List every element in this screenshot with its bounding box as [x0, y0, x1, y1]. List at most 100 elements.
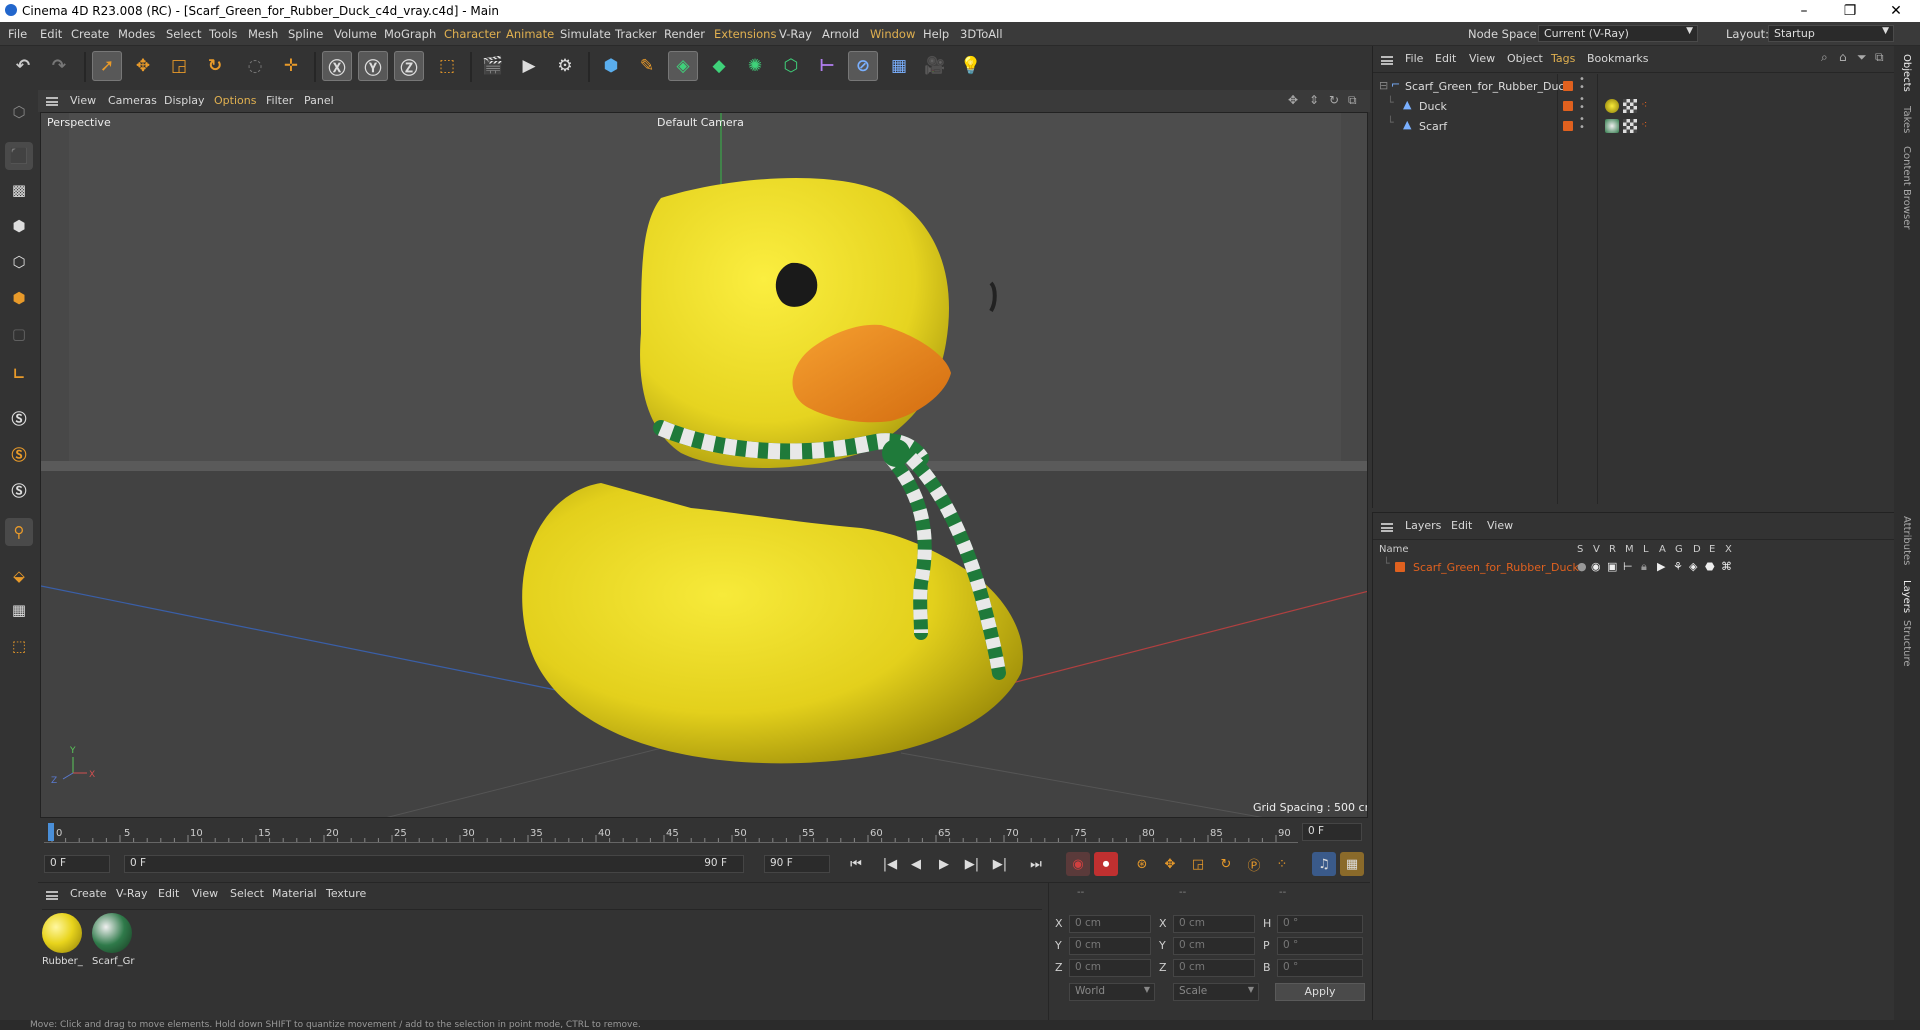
layer-color-swatch[interactable] — [1563, 101, 1573, 111]
next-frame-icon[interactable]: ▶| — [960, 852, 984, 876]
solo-icon[interactable]: ● — [1577, 560, 1587, 573]
frame-range-slider[interactable]: 0 F 90 F — [124, 855, 744, 873]
scarf-material-tag-icon[interactable] — [1605, 119, 1619, 133]
hamburger-icon[interactable] — [1381, 56, 1393, 65]
cube-object-icon[interactable]: ⬢ — [596, 51, 626, 81]
viewport-menu-display[interactable]: Display — [164, 94, 205, 107]
scale-x-field[interactable]: 0 cm — [1173, 915, 1255, 933]
rot-h-field[interactable]: 0 ° — [1277, 915, 1363, 933]
coord-mode-select[interactable]: Scale ▼ — [1173, 983, 1259, 1001]
menu-spline[interactable]: Spline — [288, 27, 323, 41]
menu-window[interactable]: Window — [870, 27, 915, 41]
menu-vray[interactable]: V-Ray — [779, 27, 812, 41]
mat-menu-edit[interactable]: Edit — [158, 887, 179, 900]
hamburger-icon[interactable] — [1381, 523, 1393, 532]
menu-simulate[interactable]: Simulate — [560, 27, 611, 41]
locked-workplane-icon[interactable]: ▦ — [5, 596, 33, 624]
play-icon[interactable]: ▶ — [932, 852, 956, 876]
menu-extensions[interactable]: Extensions — [714, 27, 776, 41]
layer-menu-edit[interactable]: Edit — [1451, 519, 1472, 532]
material-swatch[interactable]: Rubber_ — [42, 913, 86, 979]
pos-y-field[interactable]: 0 cm — [1069, 937, 1151, 955]
light-icon[interactable]: 💡 — [956, 51, 986, 81]
mat-menu-select[interactable]: Select — [230, 887, 264, 900]
menu-file[interactable]: File — [8, 27, 27, 41]
transform-tool-icon[interactable]: ✛ — [276, 51, 306, 81]
rotate-tool-icon[interactable]: ↻ — [200, 51, 230, 81]
vray-tag-icon[interactable]: ⁖ — [1641, 98, 1647, 111]
minimize-icon[interactable]: – — [1784, 1, 1824, 21]
start-frame-field[interactable]: 0 F — [44, 855, 110, 873]
rot-p-field[interactable]: 0 ° — [1277, 937, 1363, 955]
move-tool-icon[interactable]: ✥ — [128, 51, 158, 81]
viewport-zoom-icon[interactable]: ⇕ — [1309, 93, 1319, 107]
lock-icon[interactable]: 🔒︎ — [1641, 560, 1647, 574]
layer-menu-layers[interactable]: Layers — [1405, 519, 1441, 532]
menu-render[interactable]: Render — [664, 27, 705, 41]
uvw-tag-icon[interactable] — [1623, 99, 1637, 113]
mat-menu-vray[interactable]: V-Ray — [116, 887, 148, 900]
deformer-icon[interactable]: ◈ — [1689, 560, 1697, 573]
go-to-start-icon[interactable]: ⏮ — [844, 852, 868, 876]
viewport-camera-label[interactable]: Default Camera — [657, 116, 744, 129]
menu-volume[interactable]: Volume — [334, 27, 377, 41]
key-scale-icon[interactable]: ◲ — [1186, 852, 1210, 876]
live-selection-icon[interactable]: ◌ — [240, 51, 270, 81]
mat-menu-material[interactable]: Material — [272, 887, 317, 900]
perspective-viewport[interactable]: Y X Z Perspective Default Camera Grid Sp… — [40, 112, 1368, 818]
render-icon[interactable]: ▣ — [1607, 560, 1617, 573]
polygons-mode-icon[interactable]: ⬢ — [5, 284, 33, 312]
rubber-material-tag-icon[interactable] — [1605, 99, 1619, 113]
tab-attributes[interactable]: Attributes — [1901, 516, 1912, 565]
rot-b-field[interactable]: 0 ° — [1277, 959, 1363, 977]
menu-tracker[interactable]: Tracker — [615, 27, 657, 41]
visibility-dots[interactable]: • • — [1579, 115, 1585, 133]
tab-takes[interactable]: Takes — [1901, 106, 1912, 133]
menu-character[interactable]: Character — [444, 27, 501, 41]
workplane-snap-icon[interactable]: Ⓢ — [5, 476, 33, 504]
texture-mode-icon[interactable]: ▩ — [5, 176, 33, 204]
snap-settings-icon[interactable]: Ⓢ — [5, 440, 33, 468]
eye-icon[interactable]: ◉ — [1591, 560, 1601, 573]
visibility-dots[interactable]: • • — [1579, 95, 1585, 113]
material-swatch[interactable]: Scarf_Gr — [92, 913, 136, 979]
viewport-menu-view[interactable]: View — [70, 94, 96, 107]
menu-3dtoall[interactable]: 3DToAll — [960, 27, 1003, 41]
deformer-icon[interactable]: ⬡ — [776, 51, 806, 81]
layout-select[interactable]: Startup ▼ — [1768, 25, 1894, 42]
layer-menu-view[interactable]: View — [1487, 519, 1513, 532]
mograph-cloner-icon[interactable]: ✺ — [740, 51, 770, 81]
restore-icon[interactable]: ❐ — [1830, 1, 1870, 21]
mat-menu-create[interactable]: Create — [70, 887, 107, 900]
node-space-select[interactable]: Current (V-Ray) ▼ — [1538, 25, 1698, 42]
menu-create[interactable]: Create — [71, 27, 109, 41]
playhead[interactable] — [48, 823, 54, 841]
viewport-rotate-icon[interactable]: ↻ — [1329, 93, 1339, 107]
viewport-menu-filter[interactable]: Filter — [266, 94, 293, 107]
viewport-menu-options[interactable]: Options — [214, 94, 256, 107]
timeline-window-icon[interactable]: ♫ — [1312, 852, 1336, 876]
workplane-icon[interactable]: ⬙ — [5, 562, 33, 590]
tweak-mode-icon[interactable]: ⚲ — [5, 518, 33, 546]
close-icon[interactable]: ✕ — [1876, 1, 1916, 21]
mat-menu-view[interactable]: View — [192, 887, 218, 900]
scale-tool-icon[interactable]: ◲ — [164, 51, 194, 81]
planar-workplane-icon[interactable]: ⬚ — [5, 632, 33, 660]
camera-icon[interactable]: 🎥 — [920, 51, 950, 81]
make-editable-icon[interactable]: ⬡ — [5, 98, 33, 126]
menu-edit[interactable]: Edit — [40, 27, 62, 41]
object-row[interactable]: ⊟ ⌐ Scarf_Green_for_Rubber_Duck • • — [1373, 75, 1895, 96]
coordinate-system-icon[interactable]: ⬚ — [432, 51, 462, 81]
new-window-icon[interactable]: ⧉ — [1875, 50, 1884, 65]
mat-menu-texture[interactable]: Texture — [326, 887, 366, 900]
viewport-maximize-icon[interactable]: ⧉ — [1348, 93, 1357, 108]
menu-animate[interactable]: Animate — [506, 27, 554, 41]
viewport-menu-cameras[interactable]: Cameras — [108, 94, 157, 107]
keyframe-selection-icon[interactable]: ⊛ — [1130, 852, 1154, 876]
hamburger-icon[interactable] — [46, 97, 58, 106]
layer-color-swatch[interactable] — [1563, 121, 1573, 131]
obj-menu-bookmarks[interactable]: Bookmarks — [1587, 52, 1648, 65]
current-frame-field[interactable]: 0 F — [1302, 823, 1362, 841]
render-picture-viewer-icon[interactable]: ▶ — [514, 51, 544, 81]
x-axis-lock-icon[interactable]: Ⓧ — [322, 51, 352, 81]
